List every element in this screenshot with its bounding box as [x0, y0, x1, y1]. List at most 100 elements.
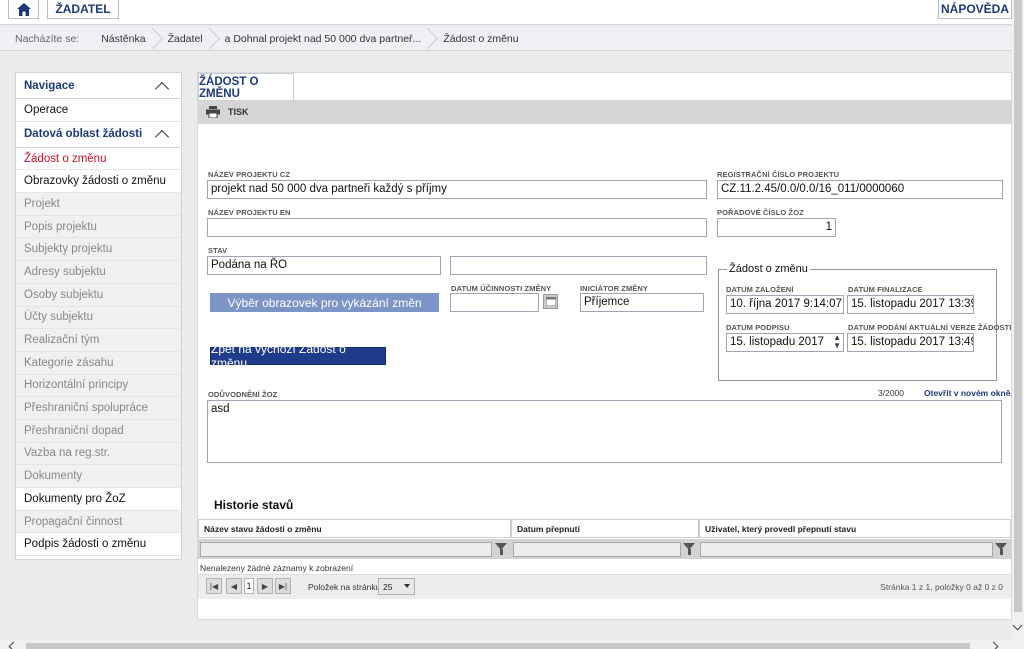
sidebar-item[interactable]: Realizační tým	[16, 329, 181, 352]
sidebar-item[interactable]: Adresy subjektu	[16, 261, 181, 284]
spinner-icon[interactable]: ▲ ▼	[833, 334, 841, 350]
sidebar-list: Žádost o změnu Obrazovky žádosti o změnu P…	[16, 147, 181, 557]
breadcrumb-item-zadatel[interactable]: Žadatel	[156, 27, 213, 51]
char-count: 3/2000	[878, 388, 904, 398]
column-header-uzivatel[interactable]: Uživatel, který provedl přepnutí stavu	[699, 519, 1011, 538]
page-number-input[interactable]: 1	[244, 578, 254, 594]
datum-finalizace-label: DATUM FINALIZACE	[848, 285, 923, 294]
sidebar-item-operace[interactable]: Operace	[16, 99, 181, 122]
sidebar-item[interactable]: Vazba na reg.str.	[16, 442, 181, 466]
sidebar-item[interactable]: Propagační činnost	[16, 510, 181, 534]
scroll-left-icon[interactable]	[8, 641, 19, 649]
open-new-window-link[interactable]: Otevřít v novém okně	[924, 388, 1010, 398]
print-button[interactable]: TISK	[206, 106, 249, 118]
reg-cislo-field[interactable]: CZ.11.2.45/0.0/0.0/16_011/0000060	[717, 180, 1003, 199]
oduvodneni-label: ODŮVODNĚNÍ ŽOZ	[208, 390, 278, 399]
oduvodneni-textarea[interactable]: asd	[207, 400, 1002, 463]
sidebar-item[interactable]: Podpis žádosti o změnu	[16, 533, 181, 557]
prev-page-button[interactable]: ◀	[226, 578, 242, 594]
main-panel: ŽÁDOST O ZMĚNU TISK NÁZEV PROJEKTU CZ pr…	[197, 72, 1012, 620]
sidebar-item[interactable]: Subjekty projektu	[16, 238, 181, 262]
sidebar-item[interactable]: Přeshraniční spolupráce	[16, 397, 181, 420]
next-page-button[interactable]: ▶	[257, 578, 273, 594]
sidebar-item[interactable]: Popis projektu	[16, 215, 181, 239]
column-header-nazev-stavu[interactable]: Název stavu žádosti o změnu	[198, 519, 511, 538]
breadcrumb-item-current: Žádost o změnu	[443, 32, 519, 45]
iniciator-field[interactable]: Příjemce	[580, 293, 704, 312]
filter-input-uzivatel[interactable]	[700, 542, 993, 557]
stav-secondary-field[interactable]	[450, 256, 707, 275]
per-page-value: 25	[383, 581, 393, 592]
per-page-select[interactable]: 25	[378, 578, 415, 595]
vyber-obrazovek-button[interactable]: Výběr obrazovek pro vykázání změn	[210, 293, 439, 312]
chevron-down-icon	[404, 584, 410, 588]
filter-input-datum[interactable]	[513, 542, 681, 557]
vertical-scroll-thumb[interactable]	[1014, 0, 1022, 612]
datum-ucinnosti-field[interactable]	[450, 293, 539, 312]
scroll-down-icon[interactable]	[1012, 620, 1023, 631]
datum-zalozeni-field[interactable]: 10. října 2017 9:14:07	[726, 295, 844, 314]
sidebar-nav-header-label: Navigace	[24, 79, 75, 92]
tab-row: ŽÁDOST O ZMĚNU	[198, 73, 1011, 101]
top-bar: ŽADATEL NÁPOVĚDA	[0, 0, 1012, 25]
prev-page-icon: ◀	[230, 581, 238, 591]
nazev-cz-label: NÁZEV PROJEKTU CZ	[208, 170, 291, 179]
datum-zalozeni-label: DATUM ZALOŽENÍ	[726, 285, 794, 294]
zadost-o-zmenu-group: Žádost o změnu	[718, 263, 997, 381]
sidebar-item[interactable]: Účty subjektu	[16, 306, 181, 330]
sidebar-item[interactable]: Horizontální principy	[16, 374, 181, 398]
print-label: TISK	[228, 107, 249, 117]
sidebar-item[interactable]: Obrazovky žádosti o změnu	[16, 170, 181, 194]
horizontal-scrollbar[interactable]	[0, 640, 1012, 649]
filter-icon[interactable]	[683, 543, 695, 555]
sidebar-item[interactable]: Osoby subjektu	[16, 283, 181, 307]
first-page-icon: |◀	[209, 581, 219, 591]
filter-input-nazev[interactable]	[200, 542, 492, 557]
poradove-cislo-field[interactable]: 1	[717, 218, 836, 237]
datum-podani-field[interactable]: 15. listopadu 2017 13:49:59	[847, 333, 974, 352]
filter-icon[interactable]	[995, 543, 1007, 555]
last-page-icon: ▶|	[278, 581, 288, 591]
historie-title: Historie stavů	[214, 498, 294, 512]
breadcrumb-item-nastenka[interactable]: Nástěnka	[89, 27, 155, 51]
chevron-up-icon[interactable]	[154, 130, 170, 145]
breadcrumb: Nacházíte se: Nástěnka Žadatel a Dohnal …	[0, 27, 1012, 51]
home-button[interactable]	[8, 0, 39, 19]
sidebar-item[interactable]: Dokumenty pro ŽoZ	[16, 488, 181, 511]
chevron-up-icon[interactable]	[154, 81, 170, 96]
sidebar-item[interactable]: Žádost o změnu	[16, 147, 181, 171]
last-page-button[interactable]: ▶|	[275, 578, 291, 594]
first-page-button[interactable]: |◀	[206, 578, 222, 594]
sidebar-nav-header[interactable]: Navigace	[16, 73, 181, 99]
calendar-button[interactable]	[543, 294, 558, 309]
iniciator-label: INICIÁTOR ZMĚNY	[580, 284, 649, 293]
stav-field[interactable]: Podána na ŘO	[207, 256, 441, 275]
datum-podani-label: DATUM PODÁNÍ AKTUÁLNÍ VERZE ŽÁDOSTI	[848, 323, 1012, 332]
napoveda-button[interactable]: NÁPOVĚDA	[938, 0, 1012, 19]
sidebar-datova-header-label: Datová oblast žádosti	[24, 128, 143, 141]
datum-podpisu-value: 15. listopadu 2017	[730, 336, 824, 348]
tab-zadost-o-zmenu[interactable]: ŽÁDOST O ZMĚNU	[198, 73, 294, 101]
sidebar-item[interactable]: Dokumenty	[16, 465, 181, 488]
datum-finalizace-field[interactable]: 15. listopadu 2017 13:39:07	[847, 295, 974, 314]
zadatel-button[interactable]: ŽADATEL	[47, 0, 119, 19]
nazev-cz-field[interactable]: projekt nad 50 000 dva partneři každý s …	[207, 180, 707, 199]
column-header-datum-prepnuti[interactable]: Datum přepnutí	[511, 519, 699, 538]
sidebar-item[interactable]: Kategorie zásahu	[16, 351, 181, 375]
sidebar-item[interactable]: Projekt	[16, 193, 181, 216]
datum-podpisu-field[interactable]: 15. listopadu 2017 ▲ ▼	[726, 333, 844, 352]
scroll-right-icon[interactable]	[988, 641, 999, 649]
breadcrumb-prefix: Nacházíte se:	[15, 32, 80, 45]
vertical-scrollbar[interactable]	[1012, 0, 1024, 649]
sidebar-item[interactable]: Přeshraniční dopad	[16, 419, 181, 443]
nazev-en-field[interactable]	[207, 218, 707, 237]
datum-ucinnosti-label: DATUM ÚČINNOSTI ZMĚNY	[451, 284, 552, 293]
breadcrumb-item-project[interactable]: a Dohnal projekt nad 50 000 dva partneř.…	[213, 27, 432, 51]
zpet-button[interactable]: Zpět na výchozí Žádost o změnu	[210, 342, 386, 370]
next-page-icon: ▶	[261, 581, 269, 591]
datum-podpisu-label: DATUM PODPISU	[726, 323, 790, 332]
poradove-cislo-label: POŘADOVÉ ČÍSLO ŽOZ	[717, 208, 804, 217]
filter-icon[interactable]	[495, 543, 507, 555]
horizontal-scroll-thumb[interactable]	[26, 643, 970, 649]
sidebar-datova-header[interactable]: Datová oblast žádosti	[16, 121, 181, 148]
